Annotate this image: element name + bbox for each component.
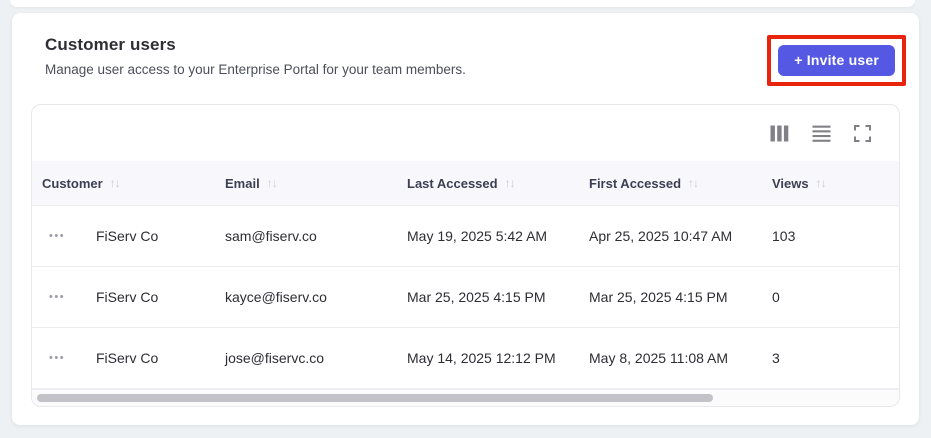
customer-cell: ••• FiServ Co [32,228,225,244]
last-accessed-cell: May 19, 2025 5:42 AM [407,228,548,244]
first-accessed-cell: Apr 25, 2025 10:47 AM [589,228,733,244]
invite-user-button[interactable]: + Invite user [778,45,895,76]
last-accessed-cell: Mar 25, 2025 4:15 PM [407,289,546,305]
views-cell: 103 [772,228,796,244]
customer-users-table: Customer ↑↓ Email ↑↓ Last Accessed ↑↓ Fi… [31,104,900,407]
email-cell: sam@fiserv.co [225,228,317,244]
column-header-label: Email [225,175,260,191]
row-actions-menu-icon[interactable]: ••• [49,352,69,364]
column-header-label: Last Accessed [407,175,498,191]
table-row: ••• FiServ Co sam@fiserv.co May 19, 2025… [32,206,899,267]
column-header-label: First Accessed [589,175,682,191]
column-header-email[interactable]: Email ↑↓ [225,176,407,191]
email-cell: jose@fiservc.co [225,350,325,366]
column-header-views[interactable]: Views ↑↓ [772,176,899,191]
email-cell: kayce@fiserv.co [225,289,327,305]
annotation-highlight-box: + Invite user [767,35,906,86]
customer-name: FiServ Co [96,289,159,305]
views-cell: 0 [772,289,780,305]
fullscreen-icon[interactable] [854,124,871,142]
views-cell: 3 [772,350,780,366]
table-row: ••• FiServ Co kayce@fiserv.co Mar 25, 20… [32,267,899,328]
card-header: Customer users Manage user access to you… [12,13,919,86]
row-actions-menu-icon[interactable]: ••• [49,230,69,242]
sort-icon: ↑↓ [815,176,827,190]
columns-icon[interactable] [770,125,789,142]
customer-name: FiServ Co [96,228,159,244]
sort-icon: ↑↓ [266,176,278,190]
column-header-first-accessed[interactable]: First Accessed ↑↓ [589,176,772,191]
column-header-label: Customer [42,175,103,191]
previous-card-edge [10,0,915,7]
first-accessed-cell: May 8, 2025 11:08 AM [589,350,729,366]
customer-cell: ••• FiServ Co [32,350,225,366]
table-header-row: Customer ↑↓ Email ↑↓ Last Accessed ↑↓ Fi… [32,161,899,206]
sort-icon: ↑↓ [109,176,121,190]
customer-cell: ••• FiServ Co [32,289,225,305]
column-header-customer[interactable]: Customer ↑↓ [32,176,225,191]
row-density-icon[interactable] [812,125,831,142]
first-accessed-cell: Mar 25, 2025 4:15 PM [589,289,728,305]
table-toolbar [32,105,899,161]
last-accessed-cell: May 14, 2025 12:12 PM [407,350,556,366]
horizontal-scrollbar-track[interactable] [32,389,899,406]
sort-icon: ↑↓ [504,176,516,190]
row-actions-menu-icon[interactable]: ••• [49,291,69,303]
horizontal-scrollbar-thumb[interactable] [37,394,713,402]
column-header-label: Views [772,175,809,191]
column-header-last-accessed[interactable]: Last Accessed ↑↓ [407,176,589,191]
customer-name: FiServ Co [96,350,159,366]
customer-users-card: Customer users Manage user access to you… [12,13,919,425]
sort-icon: ↑↓ [688,176,699,190]
table-row: ••• FiServ Co jose@fiservc.co May 14, 20… [32,328,899,389]
